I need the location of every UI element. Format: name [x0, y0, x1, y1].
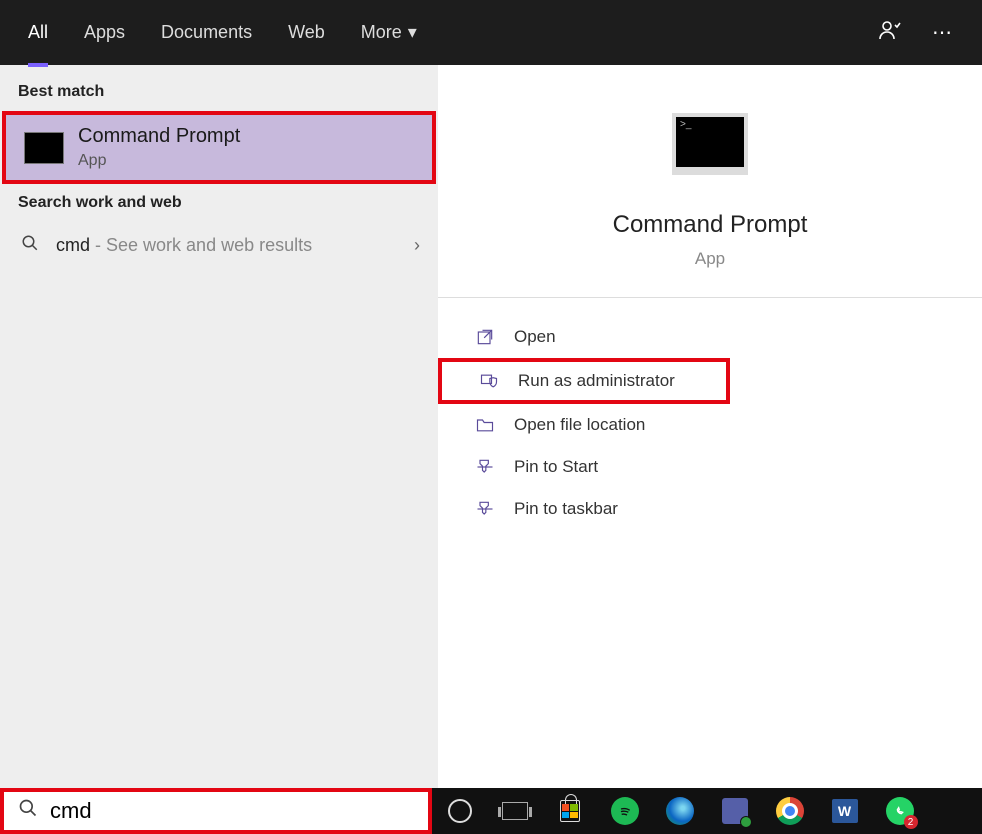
teams-icon[interactable]: [707, 788, 762, 834]
action-open[interactable]: Open: [438, 316, 982, 358]
open-icon: [474, 326, 496, 348]
action-run-admin[interactable]: Run as administrator: [438, 358, 730, 404]
more-options-icon[interactable]: ⋯: [932, 20, 952, 45]
search-web-query: cmd: [56, 235, 90, 255]
search-icon: [18, 234, 42, 257]
action-open-location[interactable]: Open file location: [438, 404, 982, 446]
tab-documents[interactable]: Documents: [143, 0, 270, 65]
spotify-icon[interactable]: [597, 788, 652, 834]
command-prompt-icon: [24, 132, 64, 164]
cortana-icon[interactable]: [432, 788, 487, 834]
results-pane: Best match Command Prompt App Search wor…: [0, 65, 438, 788]
action-open-location-label: Open file location: [514, 415, 645, 435]
action-pin-taskbar-label: Pin to taskbar: [514, 499, 618, 519]
tab-apps[interactable]: Apps: [66, 0, 143, 65]
tab-more-label: More: [361, 22, 402, 43]
task-view-icon[interactable]: [487, 788, 542, 834]
tab-all[interactable]: All: [10, 0, 66, 65]
preview-subtitle: App: [695, 249, 725, 269]
folder-icon: [474, 414, 496, 436]
search-icon: [18, 798, 38, 824]
word-icon[interactable]: W: [817, 788, 872, 834]
microsoft-store-icon[interactable]: [542, 788, 597, 834]
shield-admin-icon: [478, 370, 500, 392]
preview-pane: Command Prompt App Open Run as administr…: [438, 65, 982, 788]
action-pin-start-label: Pin to Start: [514, 457, 598, 477]
tab-web[interactable]: Web: [270, 0, 343, 65]
search-web-hint: - See work and web results: [90, 235, 312, 255]
best-match-header: Best match: [0, 75, 438, 109]
edge-icon[interactable]: [652, 788, 707, 834]
tab-more[interactable]: More ▾: [343, 0, 435, 65]
action-pin-start[interactable]: Pin to Start: [438, 446, 982, 488]
account-icon[interactable]: [878, 18, 902, 48]
taskbar-search-box[interactable]: [0, 788, 432, 834]
action-pin-taskbar[interactable]: Pin to taskbar: [438, 488, 982, 530]
action-run-admin-label: Run as administrator: [518, 371, 675, 391]
preview-title: Command Prompt: [613, 211, 808, 239]
best-match-title: Command Prompt: [78, 125, 240, 148]
search-tabs-bar: All Apps Documents Web More ▾ ⋯: [0, 0, 982, 65]
pin-icon: [474, 456, 496, 478]
action-open-label: Open: [514, 327, 556, 347]
search-work-web-item[interactable]: cmd - See work and web results ›: [0, 220, 438, 271]
work-web-header: Search work and web: [0, 186, 438, 220]
pin-icon: [474, 498, 496, 520]
preview-app-icon: [672, 113, 748, 175]
search-web-text: cmd - See work and web results: [56, 235, 400, 256]
chrome-icon[interactable]: [762, 788, 817, 834]
best-match-command-prompt[interactable]: Command Prompt App: [2, 111, 436, 184]
chevron-down-icon: ▾: [408, 22, 417, 43]
search-input[interactable]: [50, 798, 414, 824]
taskbar: W: [0, 788, 982, 834]
chevron-right-icon: ›: [414, 235, 420, 256]
whatsapp-icon[interactable]: [872, 788, 927, 834]
best-match-subtitle: App: [78, 152, 240, 170]
